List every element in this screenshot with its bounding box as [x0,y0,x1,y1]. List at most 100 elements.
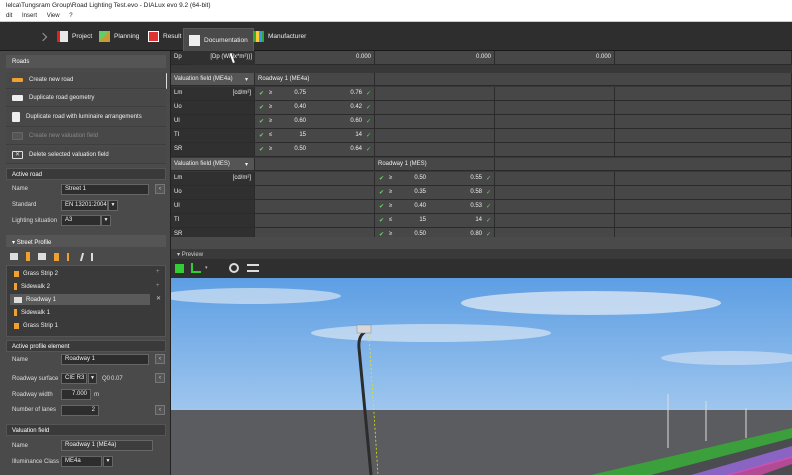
view-plan-icon[interactable] [191,263,201,273]
checkbox-icon[interactable]: ✔ [379,175,384,182]
roadway-surface-select[interactable]: CIE R3 [61,373,87,384]
me-row-unit [216,115,254,129]
check-icon: ✓ [365,133,371,139]
3d-scene [171,278,792,475]
tab-planning[interactable]: Planning [94,28,144,45]
surface-edit-button[interactable]: ‹ [155,373,165,383]
3d-preview-viewport[interactable] [171,278,792,475]
sidewalk-icon [14,309,17,316]
sidewalk-add-icon[interactable] [26,252,30,261]
duplicate-road-button[interactable]: Duplicate road geometry [6,90,166,107]
me-empty-cell [615,129,792,143]
tab-result[interactable]: Result [143,28,186,45]
divider-add-icon[interactable] [91,252,93,261]
me-result-cell: ✔ ≥0.40 0.42 ✓ [255,101,375,115]
delete-valuation-field-button[interactable]: ✕ Delete selected valuation field [6,147,166,164]
mes-empty-cell [255,186,375,200]
road-name-edit-button[interactable]: ‹ [155,184,165,194]
checkbox-icon[interactable]: ✔ [379,203,384,210]
check-icon: ✓ [485,176,491,182]
dp-value-1: 0.000 [255,51,375,65]
me-result-cell: ✔ ≥0.75 0.76 ✓ [255,87,375,101]
project-icon [57,31,68,42]
view-green-icon[interactable] [175,264,184,273]
me-target: 0.75 [294,90,306,96]
menu-view[interactable]: View [47,13,60,19]
mes-row-unit: [cd/m²] [232,175,251,181]
roadway-add-icon[interactable] [10,253,18,260]
luminaire-head [356,324,372,334]
illuminance-class-select[interactable]: ME4a [61,456,102,467]
checkbox-icon[interactable]: ✔ [259,90,264,97]
mes-empty-cell [615,214,792,228]
me-row-unit: [cd/m²] [232,90,251,96]
me-row-unit [216,101,254,115]
mes-value: 14 [475,217,482,223]
profile-name-input[interactable]: Roadway 1 [61,354,149,365]
dp-value-2: 0.000 [375,51,495,65]
mes-header-dropdown-icon[interactable]: ▾ [245,161,248,168]
lanes-input[interactable]: 2 [61,405,99,416]
move-up-icon[interactable]: + [156,269,160,275]
valuation-name-input[interactable]: Roadway 1 (ME4a) [61,440,153,451]
checkbox-icon[interactable]: ✔ [259,146,264,153]
view-dropdown-icon[interactable]: ▾ [205,265,208,271]
illuminance-class-dropdown-icon[interactable]: ▼ [103,456,113,467]
mes-row-unit [216,200,254,214]
checkbox-icon[interactable]: ✔ [379,217,384,224]
standard-dropdown-icon[interactable]: ▼ [108,200,118,211]
move-down-icon[interactable]: + [156,283,160,289]
q0-value: 0.07 [111,376,123,382]
me-empty-cell [495,87,615,101]
median-add-icon[interactable] [79,252,85,261]
roadway-width-label: Roadway width [12,392,53,398]
me-header-empty [375,73,792,86]
me-empty-cell [375,129,495,143]
toolbar-back-icon[interactable] [38,32,48,42]
me-header-dropdown-icon[interactable]: ▾ [245,76,248,83]
dp-unit: [Dp (W/(lx*m²))] [191,51,255,65]
mes-empty-cell [255,214,375,228]
checkbox-icon[interactable]: ✔ [259,118,264,125]
manufacturer-icon [253,31,264,42]
tab-documentation[interactable]: Documentation [183,28,254,51]
parking-add-icon[interactable] [38,253,46,260]
roadway-surface-label: Roadway surface [12,376,59,382]
checkbox-icon[interactable]: ✔ [379,189,384,196]
standard-select[interactable]: EN 13201:2004 [61,200,108,211]
profile-item-roadway-1[interactable]: Roadway 1 [10,294,150,305]
splitter[interactable] [171,237,792,249]
street-profile-header: ▾ Street Profile [6,235,166,247]
lighting-dropdown-icon[interactable]: ▼ [101,215,111,226]
cycle-path-add-icon[interactable] [54,252,59,261]
profile-item-grass-strip-2[interactable]: Grass Strip 2 [10,268,150,279]
tab-manufacturer[interactable]: Manufacturer [248,28,311,45]
roadway-width-input[interactable]: 7.000 [61,389,91,400]
me-operator: ≥ [269,146,273,152]
lanes-edit-button[interactable]: ‹ [155,405,165,415]
surface-dropdown-icon[interactable]: ▼ [88,373,97,384]
checkbox-icon[interactable]: ✔ [259,132,264,139]
road-name-input[interactable]: Street 1 [61,184,149,195]
profile-item-grass-strip-1[interactable]: Grass Strip 1 [10,320,150,331]
me-value: 0.60 [350,118,362,124]
profile-item-sidewalk-2[interactable]: Sidewalk 2 [10,281,150,292]
me-value: 14 [355,132,362,138]
menu-help[interactable]: ? [69,13,72,19]
menu-edit[interactable]: dit [6,13,12,19]
mes-header: Valuation field (MES) ▾ [171,158,255,171]
remove-profile-icon[interactable]: ✕ [156,295,161,302]
profile-item-sidewalk-1[interactable]: Sidewalk 1 [10,307,150,318]
camera-center-icon[interactable] [229,263,239,273]
grass-strip-add-icon[interactable] [67,252,73,261]
tab-project[interactable]: Project [52,28,97,45]
lighting-situation-select[interactable]: A3 [61,215,101,226]
create-valuation-field-button[interactable]: Create new valuation field [6,128,166,145]
fit-width-icon[interactable] [247,264,259,272]
duplicate-road-luminaires-button[interactable]: Duplicate road with luminaire arrangemen… [6,108,166,127]
create-road-button[interactable]: Create new road [6,72,166,89]
profile-name-edit-button[interactable]: ‹ [155,354,165,364]
checkbox-icon[interactable]: ✔ [259,104,264,111]
result-table: Dp [Dp (W/(lx*m²))] 0.000 0.000 0.000 Va… [171,50,792,242]
menu-insert[interactable]: Insert [22,13,37,19]
